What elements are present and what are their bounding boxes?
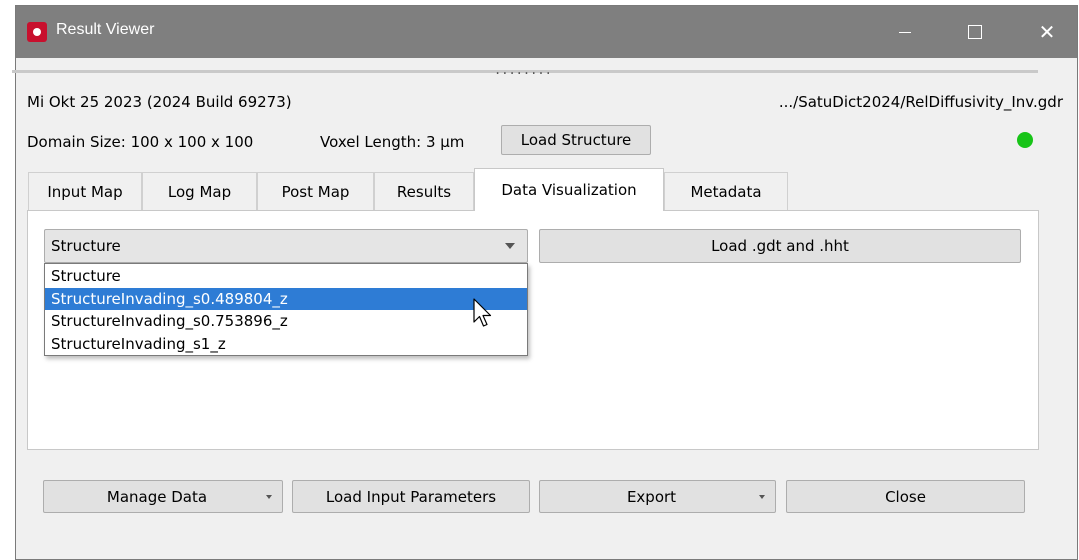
load-structure-button[interactable]: Load Structure: [501, 125, 651, 155]
voxel-length-label: Voxel Length: 3 µm: [320, 133, 465, 151]
close-window-button[interactable]: ✕: [1018, 6, 1076, 58]
file-path-label: .../SatuDict2024/RelDiffusivity_Inv.gdr: [778, 93, 1063, 111]
status-indicator-icon: [1017, 132, 1033, 148]
tab-input-map[interactable]: Input Map: [28, 172, 142, 210]
tab-log-map[interactable]: Log Map: [142, 172, 257, 210]
manage-data-label: Manage Data: [106, 487, 208, 506]
load-gdt-hht-button[interactable]: Load .gdt and .hht: [539, 229, 1021, 263]
dropdown-caret-icon: [759, 495, 765, 499]
minimize-button[interactable]: [876, 6, 934, 58]
structure-select-value: Structure: [51, 237, 121, 255]
mouse-cursor-icon: [473, 298, 492, 327]
tab-metadata[interactable]: Metadata: [664, 172, 788, 210]
dropdown-option-highlighted[interactable]: StructureInvading_s0.489804_z: [45, 287, 527, 310]
dropdown-option[interactable]: StructureInvading_s1_z: [45, 333, 527, 356]
dropdown-caret-icon: [266, 495, 272, 499]
maximize-button[interactable]: [946, 6, 1004, 58]
domain-size-label: Domain Size: 100 x 100 x 100: [27, 133, 254, 151]
date-build-label: Mi Okt 25 2023 (2024 Build 69273): [27, 93, 292, 111]
close-button[interactable]: Close: [786, 480, 1025, 513]
close-icon: ✕: [1038, 20, 1056, 44]
structure-dropdown-list: Structure StructureInvading_s0.489804_z …: [44, 263, 528, 356]
title-bar[interactable]: Result Viewer ✕: [16, 6, 1077, 58]
dropdown-option[interactable]: StructureInvading_s0.753896_z: [45, 310, 527, 333]
structure-select[interactable]: Structure: [44, 229, 528, 263]
export-label: Export: [626, 487, 677, 506]
tab-data-visualization[interactable]: Data Visualization: [474, 168, 664, 211]
dropdown-option[interactable]: Structure: [45, 265, 527, 288]
app-logo-icon: [27, 22, 47, 42]
export-button[interactable]: Export: [539, 480, 776, 513]
tab-results[interactable]: Results: [374, 172, 474, 210]
window-title: Result Viewer: [56, 21, 155, 38]
chevron-down-icon: [505, 243, 515, 249]
splitter-grip-icon[interactable]: ........: [494, 64, 552, 76]
manage-data-button[interactable]: Manage Data: [43, 480, 283, 513]
load-input-parameters-button[interactable]: Load Input Parameters: [292, 480, 530, 513]
tab-post-map[interactable]: Post Map: [257, 172, 374, 210]
